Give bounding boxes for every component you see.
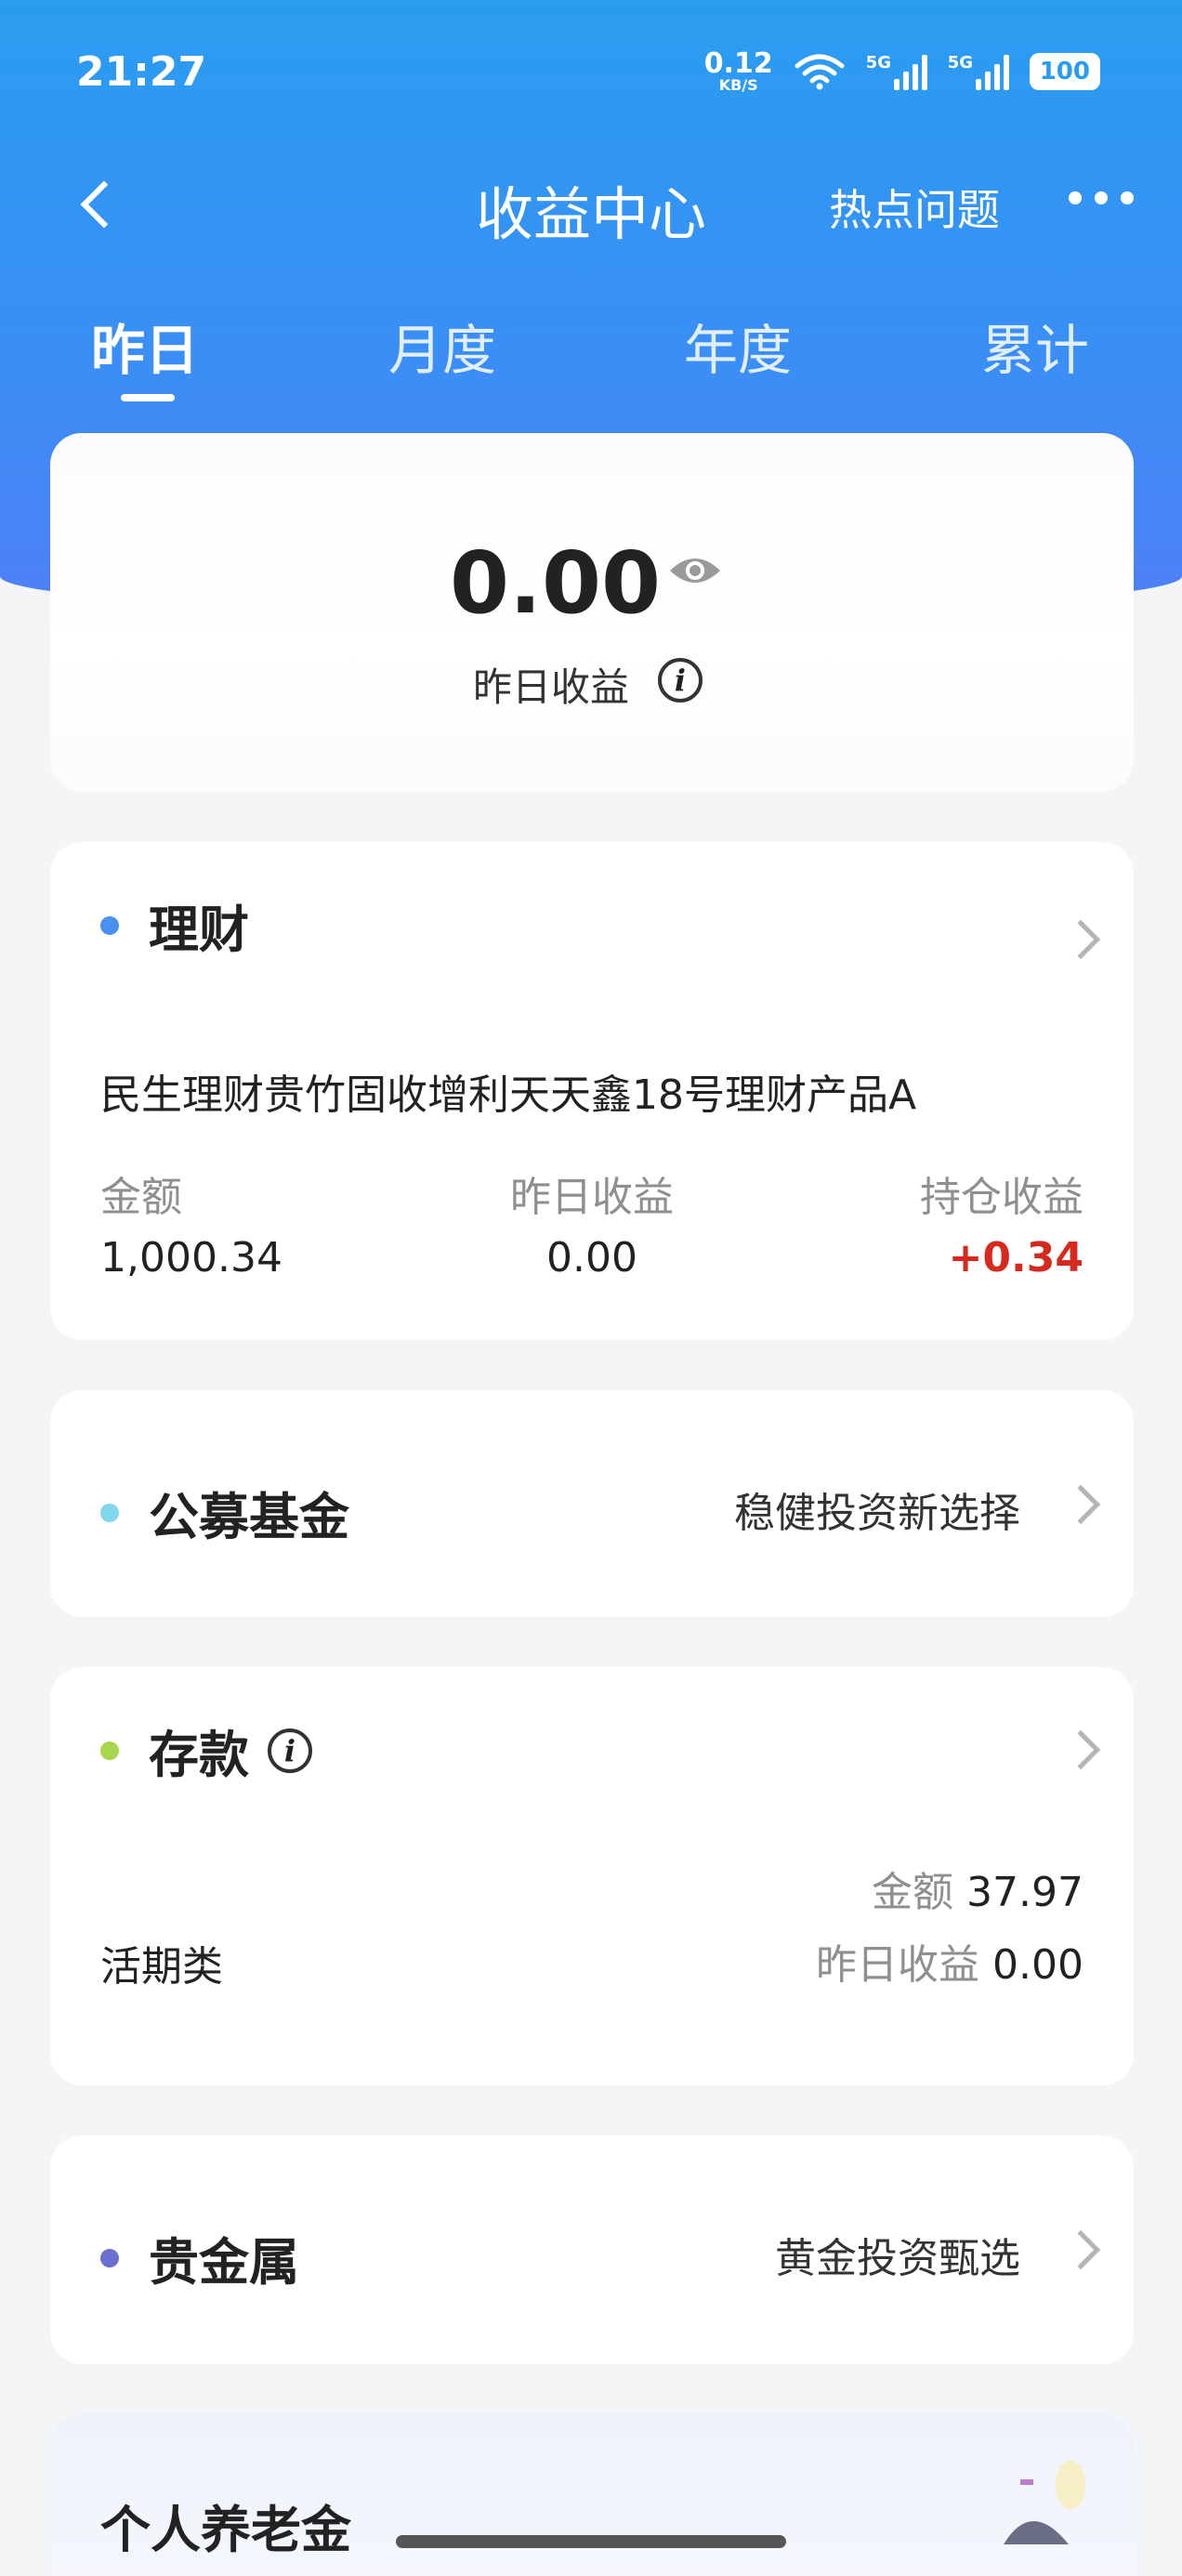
fund-subtitle: 稳健投资新选择 [734, 1490, 1020, 1537]
holding-earnings-column: 持仓收益 +0.34 [920, 1163, 1084, 1281]
more-options-icon[interactable] [1069, 191, 1134, 204]
cellular-signal-2-icon: 5G [948, 53, 1009, 90]
deposit-yesterday-label: 昨日收益 [816, 1941, 980, 1989]
bullet-dot [100, 915, 119, 935]
active-tab-indicator [121, 394, 175, 401]
yesterday-earnings-label: 昨日收益 [473, 664, 630, 710]
summary-card: 0.00 昨日收益 i [50, 433, 1134, 792]
page-title: 收益中心 [475, 180, 706, 248]
public-fund-card[interactable]: 公募基金 稳健投资新选择 [50, 1390, 1134, 1617]
signal-1-label: 5G [865, 53, 892, 72]
yesterday-earnings-amount: 0.00 [450, 533, 661, 633]
deposit-section-header: 存款 i [100, 1714, 312, 1787]
bullet-dot [100, 1741, 119, 1760]
tab-yearly[interactable]: 年度 [684, 307, 792, 385]
metal-subtitle: 黄金投资甄选 [775, 2235, 1020, 2282]
wealth-title: 理财 [149, 900, 249, 959]
deposit-yesterday-line: 昨日收益 0.00 [816, 1931, 1084, 1991]
cellular-signal-1-icon: 5G [866, 53, 927, 90]
deposit-amount-value: 37.97 [966, 1869, 1084, 1916]
net-speed: 0.12 KB/S [704, 50, 773, 93]
info-icon[interactable]: i [268, 1728, 312, 1773]
pension-illustration-icon [1004, 2461, 1085, 2544]
eye-icon[interactable] [667, 552, 723, 589]
status-time: 21:27 [76, 48, 207, 96]
deposit-card[interactable]: 存款 i 活期类 金额 37.97 昨日收益 0.00 [50, 1667, 1134, 2085]
pension-title: 个人养老金 [100, 2501, 351, 2559]
signal-2-label: 5G [947, 53, 974, 72]
wealth-management-card[interactable]: 理财 民生理财贵竹固收增利天天鑫18号理财产品A 金额 1,000.34 昨日收… [50, 842, 1134, 1340]
navigation-bar: 收益中心 热点问题 [0, 158, 1182, 251]
fund-section-header: 公募基金 [100, 1476, 349, 1549]
precious-metal-card[interactable]: 贵金属 黄金投资甄选 [50, 2136, 1134, 2364]
info-icon[interactable]: i [658, 658, 703, 703]
metal-section-header: 贵金属 [100, 2221, 299, 2294]
net-speed-value: 0.12 [703, 47, 773, 80]
deposit-yesterday-value: 0.00 [992, 1941, 1084, 1989]
tab-cumulative[interactable]: 累计 [981, 307, 1089, 385]
chevron-right-icon[interactable] [1060, 1729, 1101, 1770]
hot-questions-link[interactable]: 热点问题 [829, 177, 1000, 238]
battery-icon: 100 [1029, 53, 1100, 90]
status-icons: 0.12 KB/S 5G 5G 100 [704, 50, 1100, 93]
metal-title: 贵金属 [149, 2233, 299, 2292]
pension-card[interactable]: 个人养老金 [50, 2414, 1134, 2576]
period-tabs: 昨日 月度 年度 累计 [0, 297, 1182, 409]
product-name[interactable]: 民生理财贵竹固收增利天天鑫18号理财产品A [100, 1061, 916, 1121]
holding-earnings-label: 持仓收益 [920, 1174, 1084, 1221]
chevron-right-icon[interactable] [1060, 2229, 1101, 2270]
holding-earnings-value: +0.34 [948, 1234, 1084, 1281]
status-bar: 21:27 0.12 KB/S 5G 5G 100 [0, 0, 1182, 149]
deposit-amount-line: 金额 37.97 [872, 1859, 1084, 1918]
deposit-amount-label: 金额 [872, 1869, 954, 1916]
bullet-dot [100, 2248, 119, 2267]
demand-deposit-label: 活期类 [100, 1943, 223, 1991]
tab-yesterday[interactable]: 昨日 [91, 307, 199, 385]
wealth-section-header: 理财 [100, 888, 249, 962]
deposit-title: 存款 [149, 1726, 249, 1784]
tab-monthly[interactable]: 月度 [388, 307, 496, 385]
chevron-right-icon[interactable] [1060, 919, 1101, 960]
wifi-icon [795, 54, 845, 90]
net-speed-unit: KB/S [718, 76, 758, 94]
bullet-dot [100, 1503, 119, 1522]
home-indicator[interactable] [396, 2535, 786, 2548]
fund-title: 公募基金 [149, 1488, 349, 1546]
chevron-right-icon[interactable] [1060, 1484, 1101, 1525]
